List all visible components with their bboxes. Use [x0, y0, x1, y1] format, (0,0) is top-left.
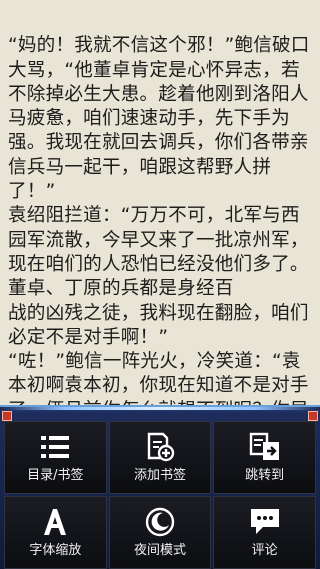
menu-item-jump-to[interactable]: 跳转到	[213, 421, 316, 494]
add-bookmark-icon	[143, 432, 177, 462]
menu-item-comment[interactable]: 评论	[213, 496, 316, 569]
menu-item-label: 夜间模式	[133, 542, 186, 558]
jump-icon	[248, 432, 282, 462]
menu-item-night-mode[interactable]: 夜间模式	[108, 496, 212, 569]
paragraph-1: “妈的！我就不信这个邪！”鲍信破口大骂，“他董卓肯定是心怀异志，若不除掉必生大患…	[8, 35, 310, 203]
menu-item-label: 添加书签	[133, 467, 186, 483]
menu-item-toc-bookmarks[interactable]: 目录/书签	[4, 421, 107, 494]
menu-item-label: 字体缩放	[29, 542, 82, 558]
menu-item-label: 目录/书签	[27, 467, 84, 483]
font-size-icon	[38, 507, 72, 537]
menu-grid: 目录/书签 添加书签 跳转到 字体缩放 夜间模式 评论	[4, 421, 316, 569]
paragraph-2: 袁绍阻拦道：“万万不可，北军与西园军流散，今早又来了一批凉州军，现在咱们的人恐怕…	[8, 205, 309, 300]
reader-menu-panel: 目录/书签 添加书签 跳转到 字体缩放 夜间模式 评论	[0, 405, 320, 569]
paragraph-3: 战的凶残之徒，我料现在翻脸，咱们必定不是对手啊！”	[8, 302, 309, 348]
corner-ornament-left	[2, 411, 12, 421]
moon-icon	[143, 507, 177, 537]
corner-ornament-right	[308, 411, 318, 421]
list-icon	[38, 432, 72, 462]
menu-item-label: 跳转到	[245, 467, 285, 483]
reader-text-area: “妈的！我就不信这个邪！”鲍信破口大骂，“他董卓肯定是心怀异志，若不除掉必生大患…	[0, 0, 320, 420]
menu-item-label: 评论	[251, 542, 278, 558]
menu-top-border	[0, 407, 320, 410]
menu-item-add-bookmark[interactable]: 添加书签	[108, 421, 212, 494]
menu-item-font-size[interactable]: 字体缩放	[4, 496, 107, 569]
comment-icon	[248, 507, 282, 537]
